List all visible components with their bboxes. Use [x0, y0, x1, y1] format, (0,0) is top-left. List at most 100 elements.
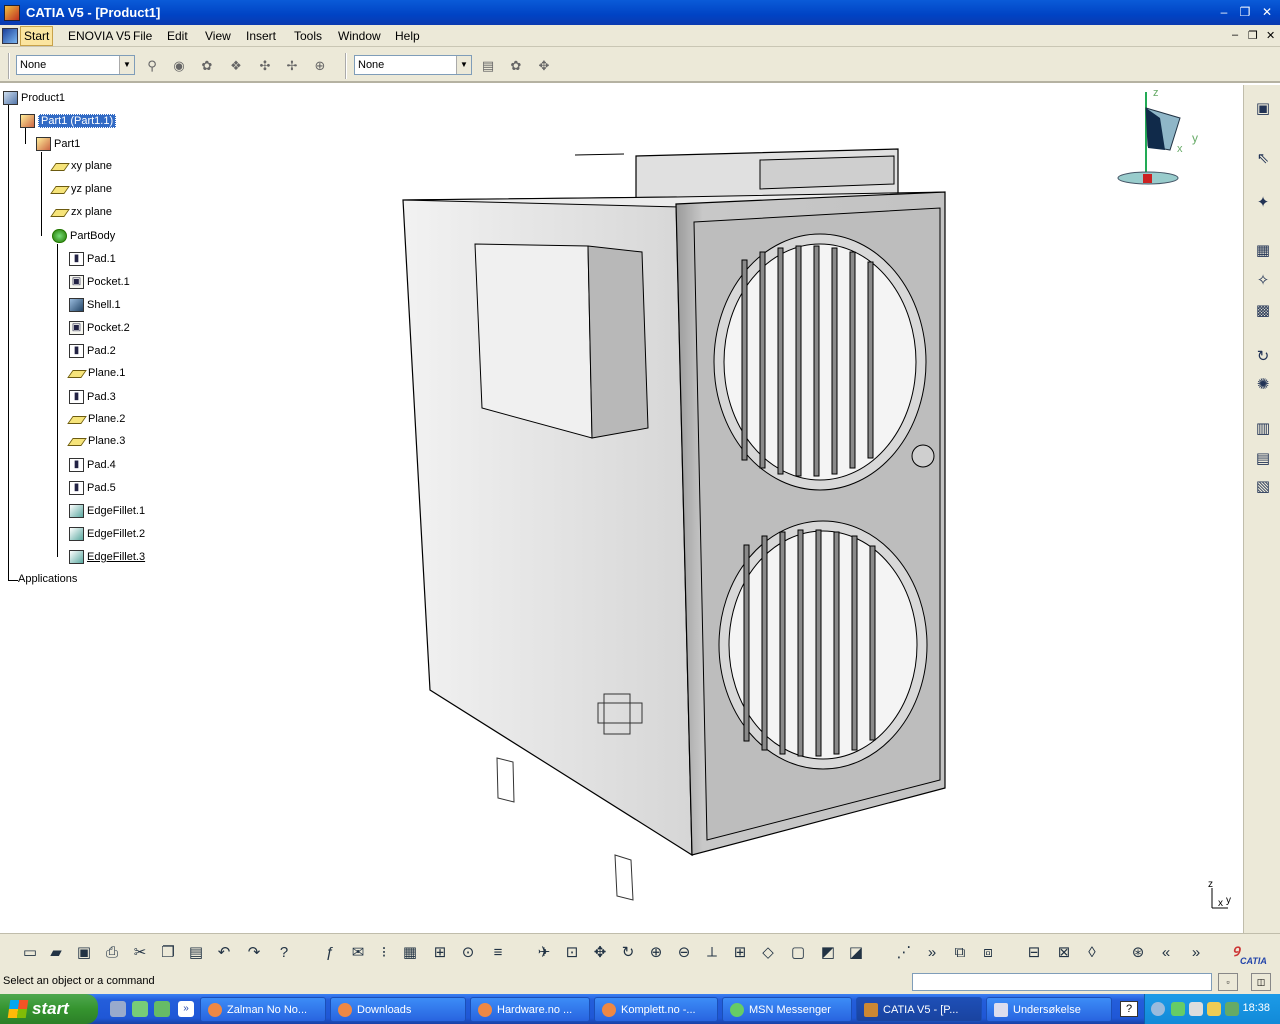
- hide-show-icon[interactable]: ✿: [198, 58, 216, 74]
- render-style-icon[interactable]: ▤: [479, 58, 497, 74]
- camera-icon[interactable]: ▩: [1253, 301, 1273, 321]
- tray-security-icon[interactable]: [1207, 1002, 1221, 1016]
- save-icon[interactable]: ▣: [74, 943, 94, 963]
- rules-icon[interactable]: ≡: [488, 943, 508, 963]
- light-icon[interactable]: ⚲: [143, 58, 161, 74]
- graphic-properties-combo[interactable]: None ▼: [354, 55, 472, 75]
- fit-all-icon[interactable]: ⊡: [562, 943, 582, 963]
- copy-icon[interactable]: ❐: [158, 943, 178, 963]
- redo-icon[interactable]: ↷: [244, 943, 264, 963]
- select-arrow-icon[interactable]: ⇖: [1253, 149, 1273, 169]
- shading-icon[interactable]: ◩: [818, 943, 838, 963]
- last-icon[interactable]: »: [1186, 943, 1206, 963]
- print-icon[interactable]: ⎙: [102, 943, 122, 963]
- tray-network-icon[interactable]: [1189, 1002, 1203, 1016]
- task-catia[interactable]: CATIA V5 - [P...: [856, 997, 982, 1022]
- formula-icon[interactable]: ƒ: [320, 943, 340, 963]
- workbench-icon[interactable]: ▣: [1253, 99, 1273, 119]
- task-zalman[interactable]: Zalman No No...: [200, 997, 326, 1022]
- media-player-icon[interactable]: [132, 1001, 148, 1017]
- start-menu-icon[interactable]: [2, 28, 18, 44]
- create-multiview-icon[interactable]: ✢: [283, 58, 301, 74]
- tray-messenger-icon[interactable]: [1171, 1002, 1185, 1016]
- swap-visible-icon[interactable]: ❖: [227, 58, 245, 74]
- material-icon[interactable]: ✿: [507, 58, 525, 74]
- quicklaunch-more-icon[interactable]: »: [178, 1001, 194, 1017]
- table-icon[interactable]: ▤: [1253, 449, 1273, 469]
- stop-command-button[interactable]: ▫: [1218, 973, 1238, 991]
- doc-close-button[interactable]: ✕: [1266, 29, 1275, 42]
- menu-file[interactable]: File: [133, 29, 152, 43]
- task-downloads[interactable]: Downloads: [330, 997, 466, 1022]
- 3d-model-case[interactable]: z x y z x y: [0, 85, 1243, 933]
- eraser-icon[interactable]: ◊: [1082, 943, 1102, 963]
- task-komplett[interactable]: Komplett.no -...: [594, 997, 718, 1022]
- catalog-browser-icon[interactable]: ⊠: [1054, 943, 1074, 963]
- fly-icon[interactable]: ✧: [1253, 271, 1273, 291]
- first-icon[interactable]: «: [1156, 943, 1176, 963]
- part-design-icon[interactable]: ▦: [1253, 241, 1273, 261]
- measure-icon[interactable]: ⧉: [950, 943, 970, 963]
- show-desktop-icon[interactable]: [110, 1001, 126, 1017]
- apply-properties-icon[interactable]: ✥: [535, 58, 553, 74]
- sketch-icon[interactable]: ⋰: [894, 943, 914, 963]
- target-icon[interactable]: ⊛: [1128, 943, 1148, 963]
- close-button[interactable]: ✕: [1259, 5, 1275, 19]
- maximize-button[interactable]: ❐: [1237, 5, 1253, 19]
- doc-restore-button[interactable]: ❐: [1248, 29, 1258, 42]
- menu-edit[interactable]: Edit: [167, 29, 188, 43]
- pan-icon[interactable]: ✥: [590, 943, 610, 963]
- comment-icon[interactable]: ✉: [348, 943, 368, 963]
- task-hardware[interactable]: Hardware.no ...: [470, 997, 590, 1022]
- catia-app-icon[interactable]: [4, 5, 20, 21]
- help-icon[interactable]: ?: [274, 943, 294, 963]
- undo-icon[interactable]: ↶: [214, 943, 234, 963]
- task-msn[interactable]: MSN Messenger: [722, 997, 852, 1022]
- 3d-viewport[interactable]: Product1 Part1 (Part1.1) Part1 xy plane …: [0, 85, 1243, 933]
- measure-item-icon[interactable]: ⧈: [978, 943, 998, 963]
- quick-view-icon[interactable]: ⊕: [311, 58, 329, 74]
- clipboard-icon[interactable]: ▧: [1253, 477, 1273, 497]
- knowledge-icon[interactable]: ⊞: [430, 943, 450, 963]
- layer-combo[interactable]: None ▼: [16, 55, 135, 75]
- normal-view-icon[interactable]: ✣: [256, 58, 274, 74]
- arrow-right-icon[interactable]: »: [922, 943, 942, 963]
- menu-start[interactable]: Start: [19, 26, 54, 46]
- zoom-in-icon[interactable]: ⊕: [646, 943, 666, 963]
- lock-icon[interactable]: ⊙: [458, 943, 478, 963]
- chevron-down-icon[interactable]: ▼: [119, 56, 134, 74]
- menu-tools[interactable]: Tools: [294, 29, 322, 43]
- messenger-quicklaunch-icon[interactable]: [154, 1001, 170, 1017]
- paste-icon[interactable]: ▤: [186, 943, 206, 963]
- hide-show-icon[interactable]: ◪: [846, 943, 866, 963]
- catalog-icon[interactable]: ▥: [1253, 419, 1273, 439]
- design-table-icon[interactable]: ▦: [400, 943, 420, 963]
- command-input[interactable]: [912, 973, 1212, 991]
- doc-minimize-button[interactable]: –: [1232, 29, 1238, 41]
- minimize-button[interactable]: –: [1216, 5, 1232, 19]
- new-file-icon[interactable]: ▭: [20, 943, 40, 963]
- menu-help[interactable]: Help: [395, 29, 420, 43]
- visualization-filter-icon[interactable]: ◉: [170, 58, 188, 74]
- zoom-out-icon[interactable]: ⊖: [674, 943, 694, 963]
- activate-command-button[interactable]: ◫: [1251, 973, 1271, 991]
- settings-icon[interactable]: ✺: [1253, 375, 1273, 395]
- multi-view-icon[interactable]: ⊞: [730, 943, 750, 963]
- menu-enovia[interactable]: ENOVIA V5: [68, 29, 131, 43]
- open-folder-icon[interactable]: ▰: [46, 943, 66, 963]
- menu-window[interactable]: Window: [338, 29, 381, 43]
- law-icon[interactable]: ⁝: [374, 943, 394, 963]
- normal-view-icon[interactable]: ⟂: [702, 943, 722, 963]
- fly-mode-icon[interactable]: ✈: [534, 943, 554, 963]
- snap-icon[interactable]: ✦: [1253, 193, 1273, 213]
- help-icon[interactable]: ?: [1120, 1001, 1138, 1017]
- update-icon[interactable]: ↻: [1253, 347, 1273, 367]
- apply-material-icon[interactable]: ⊟: [1024, 943, 1044, 963]
- menu-insert[interactable]: Insert: [246, 29, 276, 43]
- cut-icon[interactable]: ✂: [130, 943, 150, 963]
- view-mode-icon[interactable]: ▢: [788, 943, 808, 963]
- menu-view[interactable]: View: [205, 29, 231, 43]
- chevron-down-icon[interactable]: ▼: [456, 56, 471, 74]
- tray-volume-icon[interactable]: [1225, 1002, 1239, 1016]
- start-button[interactable]: start: [0, 994, 98, 1024]
